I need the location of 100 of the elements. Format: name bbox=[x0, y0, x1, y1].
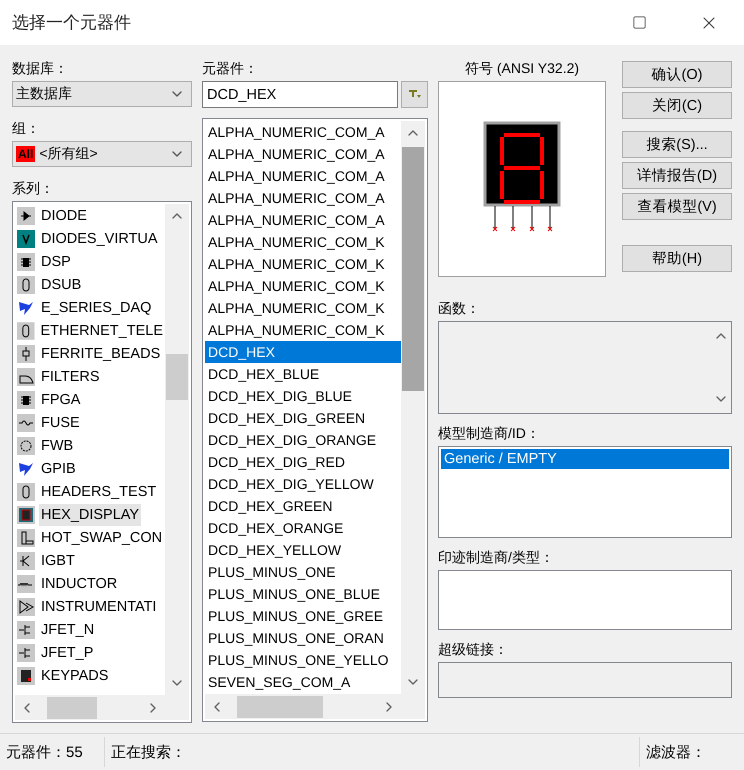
component-item[interactable]: DCD_HEX_GREEN bbox=[205, 495, 401, 517]
component-item[interactable]: ALPHA_NUMERIC_COM_K bbox=[205, 297, 401, 319]
component-item[interactable]: DCD_HEX_DIG_BLUE bbox=[205, 385, 401, 407]
maximize-icon[interactable] bbox=[632, 15, 646, 30]
keypad-icon bbox=[17, 666, 35, 684]
amplifier-icon bbox=[17, 598, 35, 616]
dialog-button[interactable]: 帮助(H) bbox=[622, 245, 732, 272]
symbol-label: 符号 (ANSI Y32.2) bbox=[464, 59, 580, 78]
family-item[interactable]: HEADERS_TEST bbox=[39, 480, 158, 502]
database-dropdown[interactable]: 主数据库 bbox=[12, 81, 192, 107]
dialog-button[interactable]: 查看模型(V) bbox=[622, 193, 732, 220]
component-item[interactable]: SEVEN_SEG_COM_A bbox=[205, 671, 401, 693]
scroll-thumb[interactable] bbox=[166, 354, 188, 400]
horizontal-scrollbar[interactable] bbox=[205, 694, 401, 719]
scroll-thumb[interactable] bbox=[402, 147, 424, 391]
dialog-button[interactable]: 详情报告(D) bbox=[622, 162, 732, 189]
component-item[interactable]: ALPHA_NUMERIC_COM_K bbox=[205, 275, 401, 297]
family-item[interactable]: HEX_DISPLAY bbox=[39, 504, 142, 526]
component-item[interactable]: DCD_HEX_DIG_GREEN bbox=[205, 407, 401, 429]
family-item[interactable]: FERRITE_BEADS bbox=[39, 342, 162, 364]
component-item[interactable]: ALPHA_NUMERIC_COM_K bbox=[205, 319, 401, 341]
family-item[interactable]: GPIB bbox=[39, 458, 78, 480]
filter-icon bbox=[408, 90, 420, 99]
family-item[interactable]: DSP bbox=[39, 250, 73, 272]
field-label: 系列： bbox=[12, 179, 55, 198]
family-item[interactable]: JFET_N bbox=[39, 618, 96, 640]
family-item[interactable]: KEYPADS bbox=[39, 664, 110, 686]
jfet-icon bbox=[17, 644, 35, 662]
display-icon bbox=[17, 506, 35, 524]
dialog-button[interactable]: 关闭(C) bbox=[622, 92, 732, 119]
window-title: 选择一个元器件 bbox=[12, 12, 132, 34]
family-item[interactable]: FPGA bbox=[39, 388, 82, 410]
filter-button[interactable] bbox=[401, 81, 428, 108]
component-item[interactable]: PLUS_MINUS_ONE_GREE bbox=[205, 605, 401, 627]
beads-icon bbox=[17, 344, 35, 362]
component-item[interactable]: ALPHA_NUMERIC_COM_K bbox=[205, 253, 401, 275]
diode-icon bbox=[17, 206, 35, 224]
dialog-button[interactable]: 确认(O) bbox=[622, 61, 732, 88]
vertical-scrollbar[interactable] bbox=[401, 121, 425, 694]
component-item[interactable]: DCD_HEX_DIG_ORANGE bbox=[205, 429, 401, 451]
component-item[interactable]: ALPHA_NUMERIC_COM_A bbox=[205, 187, 401, 209]
search-status: 正在搜索： bbox=[110, 742, 187, 762]
family-item[interactable]: FUSE bbox=[39, 412, 82, 434]
chip-icon bbox=[17, 390, 35, 408]
family-item[interactable]: IGBT bbox=[39, 550, 77, 572]
family-item[interactable]: ETHERNET_TELE bbox=[38, 320, 165, 342]
component-item[interactable]: DCD_HEX_YELLOW bbox=[205, 539, 401, 561]
scroll-thumb[interactable] bbox=[237, 696, 323, 718]
connector-icon bbox=[17, 322, 35, 340]
family-item[interactable]: DIODES_VIRTUA bbox=[39, 228, 160, 250]
scroll-thumb[interactable] bbox=[47, 696, 97, 718]
transistor-icon bbox=[17, 552, 35, 570]
component-item[interactable]: ALPHA_NUMERIC_COM_A bbox=[205, 209, 401, 231]
family-item[interactable]: DIODE bbox=[39, 204, 89, 226]
field-label: 函数： bbox=[438, 299, 481, 318]
model-item[interactable]: Generic / EMPTY bbox=[441, 449, 729, 469]
component-item[interactable]: DCD_HEX_DIG_RED bbox=[205, 451, 401, 473]
inductor-icon bbox=[17, 574, 35, 592]
connector-icon bbox=[17, 482, 35, 500]
component-item[interactable]: DCD_HEX_BLUE bbox=[205, 363, 401, 385]
model-list[interactable]: Generic / EMPTY bbox=[438, 446, 732, 538]
component-item[interactable]: DCD_HEX bbox=[205, 341, 401, 363]
component-item[interactable]: PLUS_MINUS_ONE_ORAN bbox=[205, 627, 401, 649]
field-label: 超级链接： bbox=[438, 640, 509, 659]
component-search-field[interactable]: DCD_HEX bbox=[202, 81, 398, 108]
family-item[interactable]: FILTERS bbox=[39, 366, 102, 388]
family-item[interactable]: HOT_SWAP_CON bbox=[39, 526, 164, 548]
filter-status: 滤波器： bbox=[645, 742, 707, 762]
component-item[interactable]: PLUS_MINUS_ONE_YELLO bbox=[205, 649, 401, 671]
component-item[interactable]: ALPHA_NUMERIC_COM_A bbox=[205, 143, 401, 165]
family-item[interactable]: DSUB bbox=[39, 274, 84, 296]
component-item[interactable]: PLUS_MINUS_ONE bbox=[205, 561, 401, 583]
vertical-scrollbar[interactable] bbox=[165, 204, 189, 695]
field-label: 组： bbox=[12, 119, 41, 138]
chip-icon bbox=[17, 252, 35, 270]
fuse-icon bbox=[17, 414, 35, 432]
component-item[interactable]: ALPHA_NUMERIC_COM_A bbox=[205, 121, 401, 143]
component-item[interactable]: PLUS_MINUS_ONE_BLUE bbox=[205, 583, 401, 605]
group-dropdown[interactable]: All <所有组> bbox=[12, 141, 192, 167]
component-count: 元器件：55 bbox=[5, 742, 84, 762]
field-label: 模型制造商/ID： bbox=[438, 424, 541, 443]
filter-icon bbox=[17, 368, 35, 386]
component-item[interactable]: ALPHA_NUMERIC_COM_A bbox=[205, 165, 401, 187]
dialog-button[interactable]: 搜索(S)... bbox=[622, 131, 732, 158]
footprint-list[interactable] bbox=[438, 570, 732, 630]
connector-icon bbox=[17, 276, 35, 294]
header-icon bbox=[17, 528, 35, 546]
field-label: 元器件： bbox=[202, 59, 259, 78]
jfet-icon bbox=[17, 620, 35, 638]
component-item[interactable]: DCD_HEX_ORANGE bbox=[205, 517, 401, 539]
family-item[interactable]: FWB bbox=[39, 434, 76, 456]
family-item[interactable]: JFET_P bbox=[39, 642, 96, 664]
field-label: 印迹制造商/类型： bbox=[438, 548, 555, 567]
component-item[interactable]: ALPHA_NUMERIC_COM_K bbox=[205, 231, 401, 253]
family-item[interactable]: INDUCTOR bbox=[39, 572, 120, 594]
component-item[interactable]: DCD_HEX_DIG_YELLOW bbox=[205, 473, 401, 495]
horizontal-scrollbar[interactable] bbox=[15, 695, 165, 720]
family-item[interactable]: INSTRUMENTATI bbox=[39, 596, 158, 618]
family-item[interactable]: E_SERIES_DAQ bbox=[39, 296, 154, 318]
field-label: 数据库： bbox=[12, 59, 69, 78]
